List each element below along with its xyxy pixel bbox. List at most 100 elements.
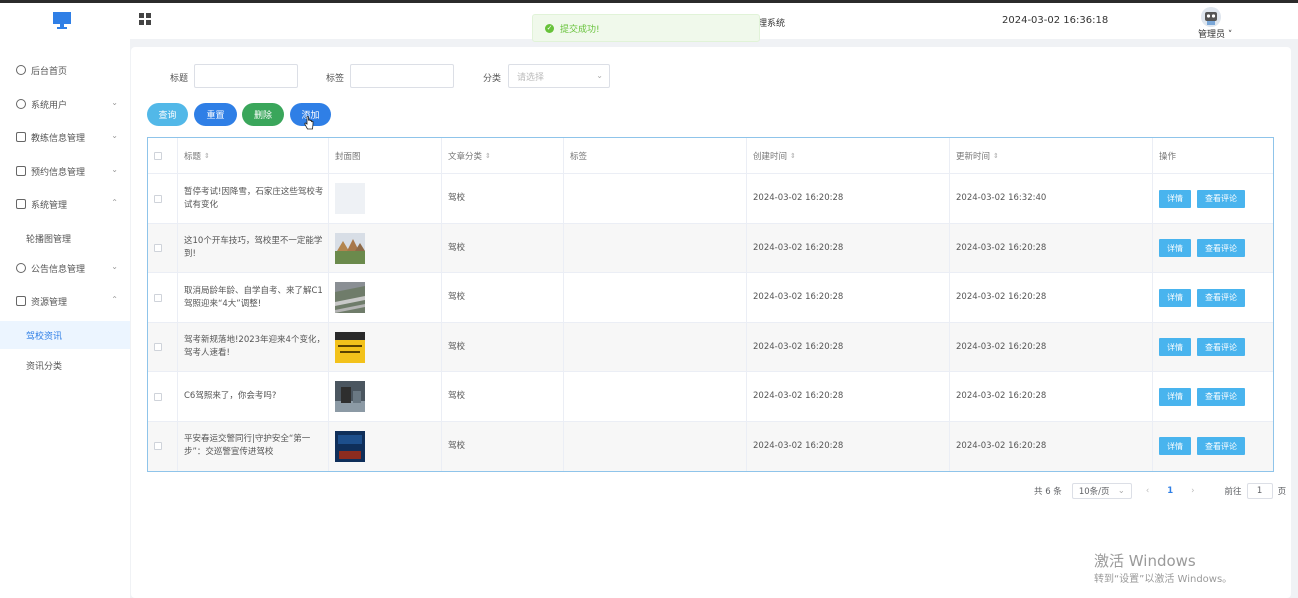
sidebar-item-coach-info[interactable]: 教练信息管理 ⌄ [0,126,130,148]
sidebar-item-announcements[interactable]: 公告信息管理 ⌄ [0,257,130,279]
row-created: 2024-03-02 16:20:28 [747,372,950,421]
header-category[interactable]: 文章分类 ⇕ [442,138,564,174]
view-comments-button[interactable]: 查看评论 [1197,239,1245,257]
chevron-down-icon: ⌄ [1117,486,1125,496]
sort-icon[interactable]: ⇕ [790,152,796,160]
reset-button[interactable]: 重置 [194,103,237,126]
cover-image[interactable] [335,282,365,313]
success-toast: ✓ 提交成功! [532,14,760,42]
system-title: 理系统 [758,19,786,29]
header-updated-label: 更新时间 [956,152,991,162]
query-button[interactable]: 查询 [147,103,188,126]
row-select-cell [148,223,178,273]
row-category: 驾校 [442,273,564,322]
sidebar-item-system-users[interactable]: 系统用户 ⌄ [0,93,130,115]
detail-button[interactable]: 详情 [1159,288,1191,307]
detail-button[interactable]: 详情 [1159,338,1191,356]
select-all-checkbox[interactable] [154,152,162,160]
header-title-label: 标题 [184,152,202,162]
sidebar-item-label: 教练信息管理 [31,133,86,144]
user-avatar[interactable] [1201,7,1221,27]
detail-button[interactable]: 详情 [1159,239,1191,257]
row-checkbox[interactable] [154,392,162,401]
page-size-select[interactable]: 10条/页 ⌄ [1071,483,1132,499]
row-tags [564,421,747,471]
user-icon [16,99,26,109]
header-created[interactable]: 创建时间 ⇕ [747,138,950,174]
table-row[interactable]: 驾考新规落地!2023年迎来4个变化，驾考人速看! 驾校 2024-03-02 … [148,322,1273,372]
select-all-cell [148,138,178,174]
delete-button[interactable]: 删除 [242,103,284,126]
row-title: 平安春运交警同行|守护安全“第一步”：交巡警宣传进驾校 [178,421,329,471]
sidebar-subitem-school-news[interactable]: 驾校资讯 [0,321,130,349]
table-row[interactable]: 取消局龄年龄、自学自考、来了解C1驾照迎来“4大”调整! 驾校 2024-03-… [148,273,1273,323]
next-page-icon[interactable]: › [1191,486,1194,496]
row-updated: 2024-03-02 16:32:40 [950,174,1153,223]
sort-icon[interactable]: ⇕ [993,152,999,160]
goto-page-input[interactable]: 1 [1246,483,1273,499]
sidebar-item-label: 资源管理 [31,297,68,308]
table-row[interactable]: 这10个开车技巧，驾校里不一定能学到! 驾校 2024-03-02 16:20:… [148,223,1273,273]
header-title[interactable]: 标题 ⇕ [178,138,329,174]
detail-button[interactable]: 详情 [1159,437,1191,455]
grid-menu-icon[interactable] [139,13,151,25]
row-tags [564,372,747,421]
chevron-down-icon: ⌄ [111,262,118,271]
row-checkbox[interactable] [154,244,162,252]
monitor-icon[interactable] [52,11,72,29]
tag-filter-input[interactable] [350,64,454,88]
row-checkbox[interactable] [154,293,162,302]
sort-icon[interactable]: ⇕ [485,152,491,160]
sidebar-item-booking-info[interactable]: 预约信息管理 ⌄ [0,160,130,182]
row-tags [564,223,747,273]
sort-icon[interactable]: ⇕ [204,152,210,160]
cover-image[interactable] [335,232,365,264]
detail-button[interactable]: 详情 [1159,387,1191,406]
row-checkbox[interactable] [154,194,162,203]
row-checkbox[interactable] [154,343,162,351]
table-row[interactable]: 平安春运交警同行|守护安全“第一步”：交巡警宣传进驾校 驾校 2024-03-0… [148,421,1273,471]
view-comments-button[interactable]: 查看评论 [1197,338,1245,356]
cover-image[interactable] [335,430,365,462]
row-updated: 2024-03-02 16:20:28 [950,273,1153,322]
category-filter-select[interactable]: 请选择 ⌄ [508,64,610,88]
cover-image[interactable] [335,381,365,412]
cover-image[interactable] [335,331,365,363]
chevron-up-icon: ⌃ [111,295,118,304]
table-row[interactable]: 暂停考试!因降雪，石家庄这些驾校考试有变化 驾校 2024-03-02 16:2… [148,174,1273,224]
sidebar-item-home[interactable]: 后台首页 [0,59,130,81]
view-comments-button[interactable]: 查看评论 [1197,437,1245,455]
detail-button[interactable]: 详情 [1159,189,1191,208]
page-number-current[interactable]: 1 [1167,486,1173,496]
chevron-down-icon: ⌄ [596,71,603,80]
sidebar-item-resources[interactable]: 资源管理 ⌃ [0,290,130,312]
row-tags [564,273,747,322]
view-comments-button[interactable]: 查看评论 [1197,288,1245,307]
row-checkbox[interactable] [154,442,162,450]
main-content: 标题 标签 分类 请选择 ⌄ 查询 重置 删除 添加 标题 ⇕ 封面图 文章分类… [131,47,1291,598]
header-updated[interactable]: 更新时间 ⇕ [950,138,1153,174]
row-cover [329,372,442,421]
prev-page-icon[interactable]: ‹ [1146,486,1149,496]
header-tags-label: 标签 [570,152,588,162]
title-filter-input[interactable] [194,64,298,88]
cover-image[interactable] [335,183,365,214]
row-ops: 详情 查看评论 [1153,273,1273,322]
row-updated: 2024-03-02 16:20:28 [950,421,1153,471]
row-ops: 详情 查看评论 [1153,224,1273,273]
row-cover [329,322,442,372]
windows-activation-title: 激活 Windows [1094,552,1196,570]
row-updated: 2024-03-02 16:20:28 [950,223,1153,273]
table-row[interactable]: C6驾照来了，你会考吗? 驾校 2024-03-02 16:20:28 2024… [148,372,1273,422]
sidebar-subitem-carousel[interactable]: 轮播图管理 [0,224,130,252]
view-comments-button[interactable]: 查看评论 [1197,189,1245,208]
row-created: 2024-03-02 16:20:28 [747,174,950,223]
row-created: 2024-03-02 16:20:28 [747,421,950,471]
sidebar-subitem-news-category[interactable]: 资讯分类 [0,351,130,379]
view-comments-button[interactable]: 查看评论 [1197,387,1245,406]
user-menu[interactable]: 管理员 ˅ [1198,27,1232,40]
row-cover [329,421,442,471]
row-updated: 2024-03-02 16:20:28 [950,322,1153,372]
sidebar-item-system-management[interactable]: 系统管理 ⌃ [0,193,130,215]
row-category: 驾校 [442,223,564,273]
